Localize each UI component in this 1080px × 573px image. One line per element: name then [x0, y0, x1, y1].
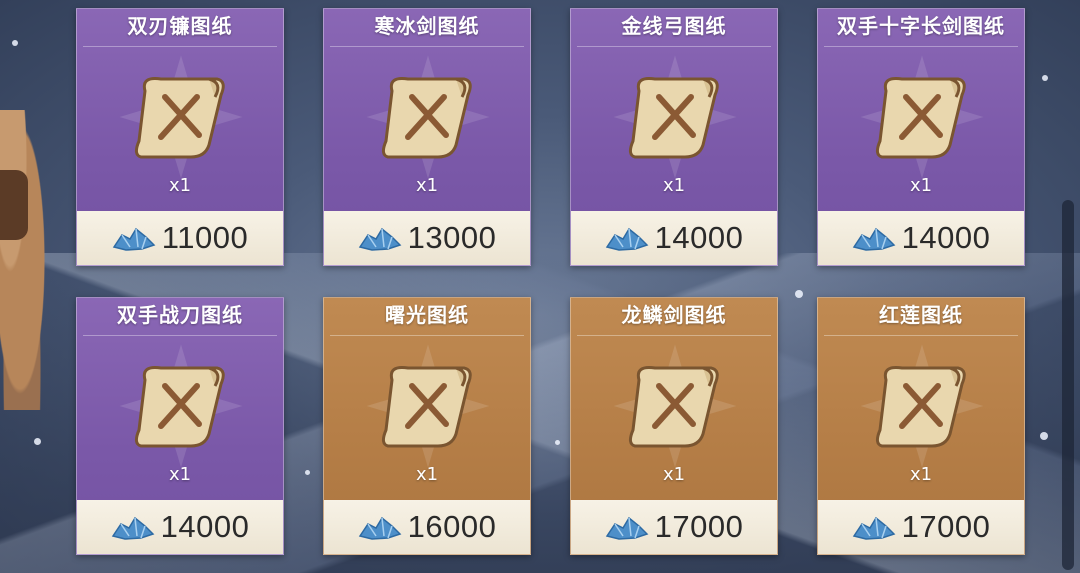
- item-price: 13000: [407, 220, 497, 255]
- blue-crystal-icon: [852, 516, 896, 540]
- item-price: 14000: [654, 220, 744, 255]
- blue-crystal-icon: [112, 227, 156, 251]
- item-price: 17000: [901, 509, 991, 544]
- shop-item-card[interactable]: 双手战刀图纸 x1 14000: [76, 297, 284, 555]
- item-price: 16000: [407, 509, 497, 544]
- item-name: 金线弓图纸: [571, 9, 777, 47]
- blueprint-scroll-icon: [628, 77, 719, 159]
- item-name: 双刃镰图纸: [77, 9, 283, 47]
- blue-crystal-icon: [358, 516, 402, 540]
- price-bar: 17000: [818, 500, 1024, 554]
- item-quantity: x1: [909, 175, 933, 196]
- item-price: 14000: [160, 509, 250, 544]
- shop-item-card[interactable]: 双手十字长剑图纸 x1 14000: [817, 8, 1025, 266]
- item-name: 双手战刀图纸: [77, 298, 283, 336]
- item-quantity: x1: [662, 175, 686, 196]
- shop-item-card[interactable]: 寒冰剑图纸 x1 13000: [323, 8, 531, 266]
- price-bar: 11000: [77, 211, 283, 265]
- blue-crystal-icon: [852, 227, 896, 251]
- item-name: 龙鳞剑图纸: [571, 298, 777, 336]
- blueprint-scroll-icon: [381, 366, 472, 448]
- blue-crystal-icon: [605, 227, 649, 251]
- snowflake: [305, 470, 310, 475]
- snowflake: [12, 40, 18, 46]
- item-quantity: x1: [168, 175, 192, 196]
- blueprint-scroll-icon: [875, 77, 966, 159]
- item-price: 11000: [161, 220, 249, 255]
- item-quantity: x1: [909, 464, 933, 485]
- shop-item-card[interactable]: 金线弓图纸 x1 14000: [570, 8, 778, 266]
- blueprint-scroll-icon: [875, 366, 966, 448]
- blue-crystal-icon: [605, 516, 649, 540]
- item-quantity: x1: [415, 464, 439, 485]
- price-bar: 13000: [324, 211, 530, 265]
- snowflake: [795, 290, 803, 298]
- shop-item-card[interactable]: 红莲图纸 x1 17000: [817, 297, 1025, 555]
- price-bar: 14000: [818, 211, 1024, 265]
- price-bar: 17000: [571, 500, 777, 554]
- item-price: 14000: [901, 220, 991, 255]
- blue-crystal-icon: [111, 516, 155, 540]
- shop-item-card[interactable]: 龙鳞剑图纸 x1 17000: [570, 297, 778, 555]
- item-quantity: x1: [415, 175, 439, 196]
- blueprint-scroll-icon: [628, 366, 719, 448]
- price-bar: 14000: [77, 500, 283, 554]
- shop-item-card[interactable]: 双刃镰图纸 x1 11000: [76, 8, 284, 266]
- item-price: 17000: [654, 509, 744, 544]
- snowflake: [34, 438, 41, 445]
- item-name: 红莲图纸: [818, 298, 1024, 336]
- item-quantity: x1: [662, 464, 686, 485]
- shop-item-card[interactable]: 曙光图纸 x1 16000: [323, 297, 531, 555]
- blueprint-scroll-icon: [381, 77, 472, 159]
- blueprint-scroll-icon: [134, 77, 225, 159]
- shop-scrollbar[interactable]: [1062, 200, 1074, 570]
- blue-crystal-icon: [358, 227, 402, 251]
- item-quantity: x1: [168, 464, 192, 485]
- snowflake: [1042, 75, 1048, 81]
- snowflake: [1040, 432, 1048, 440]
- price-bar: 16000: [324, 500, 530, 554]
- item-name: 寒冰剑图纸: [324, 9, 530, 47]
- item-name: 曙光图纸: [324, 298, 530, 336]
- snowflake: [555, 440, 560, 445]
- blueprint-scroll-icon: [134, 366, 225, 448]
- price-bar: 14000: [571, 211, 777, 265]
- character-portrait: [0, 110, 48, 410]
- item-name: 双手十字长剑图纸: [818, 9, 1024, 47]
